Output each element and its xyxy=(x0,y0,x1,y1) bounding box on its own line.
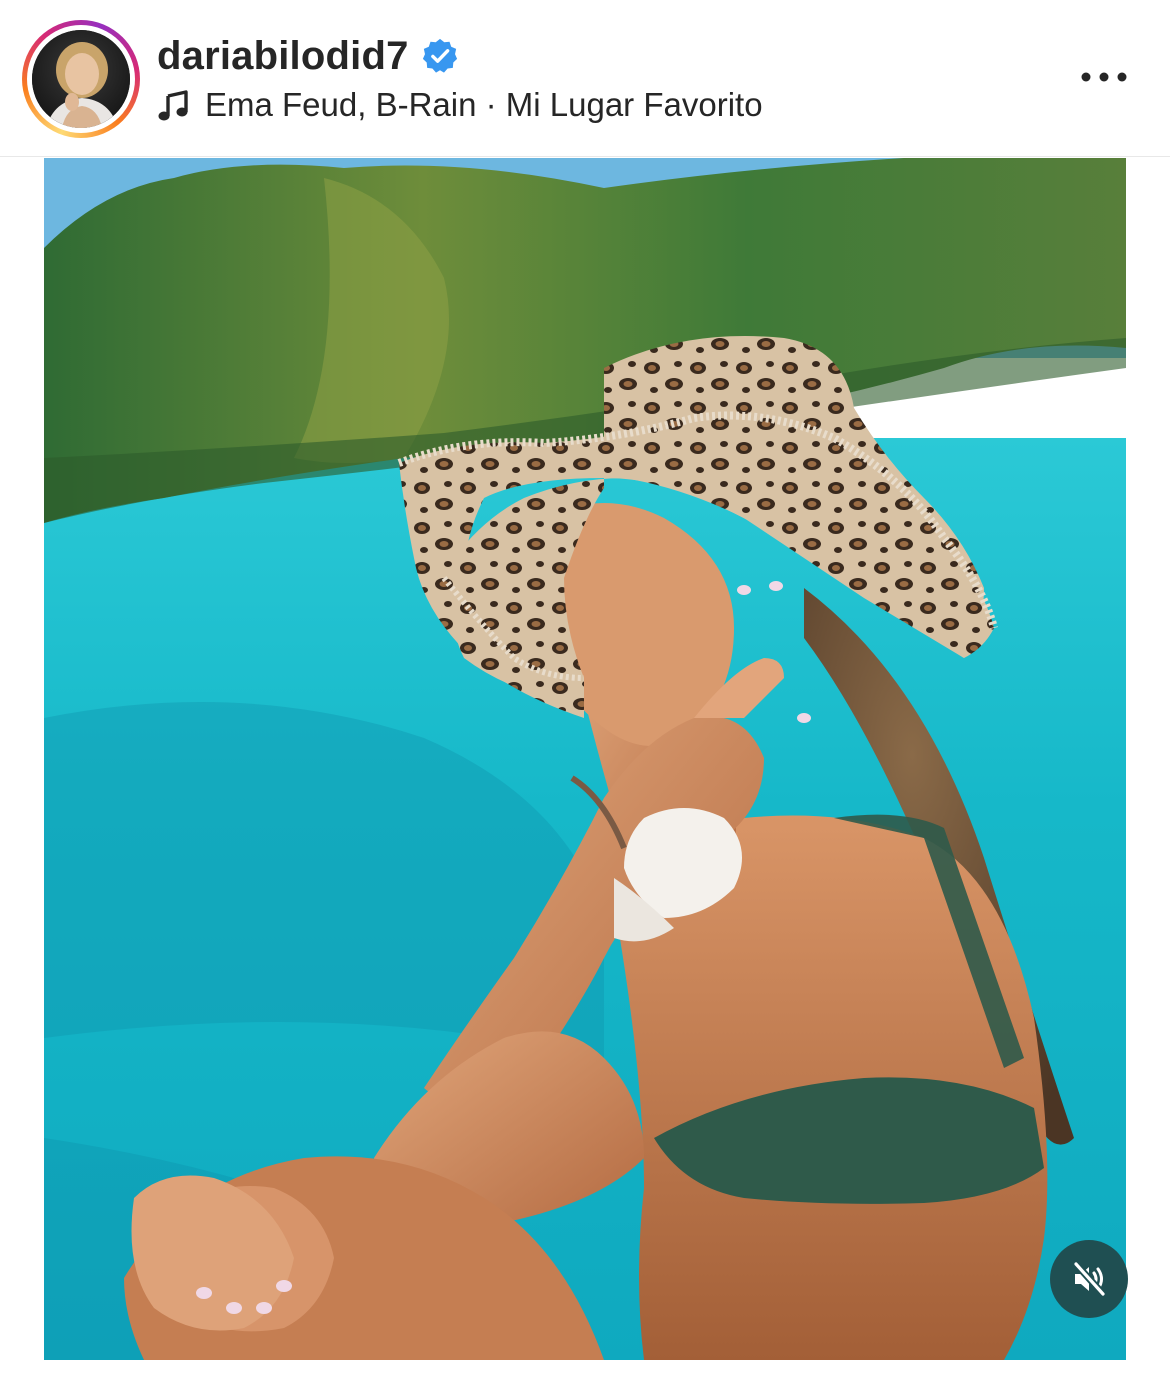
username[interactable]: dariabilodid7 xyxy=(157,34,409,79)
post-media[interactable] xyxy=(44,158,1126,1360)
verified-badge-icon xyxy=(422,38,457,73)
avatar[interactable] xyxy=(32,30,130,128)
post-photo xyxy=(44,158,1126,1360)
story-ring[interactable] xyxy=(22,20,140,138)
music-title: Mi Lugar Favorito xyxy=(505,86,763,123)
speaker-muted-icon xyxy=(1072,1260,1107,1298)
music-artists: Ema Feud, B-Rain xyxy=(205,86,477,123)
music-separator: · xyxy=(476,86,506,123)
more-options-button[interactable] xyxy=(1072,55,1136,99)
more-options-icon xyxy=(1081,72,1127,82)
music-note-icon xyxy=(158,90,188,121)
mute-toggle-button[interactable] xyxy=(1050,1240,1128,1318)
post-header: dariabilodid7 Ema Feud, B-Rain · Mi Luga… xyxy=(0,0,1170,157)
music-link[interactable]: Ema Feud, B-Rain · Mi Lugar Favorito xyxy=(157,82,763,128)
instagram-post: dariabilodid7 Ema Feud, B-Rain · Mi Luga… xyxy=(0,0,1170,1382)
